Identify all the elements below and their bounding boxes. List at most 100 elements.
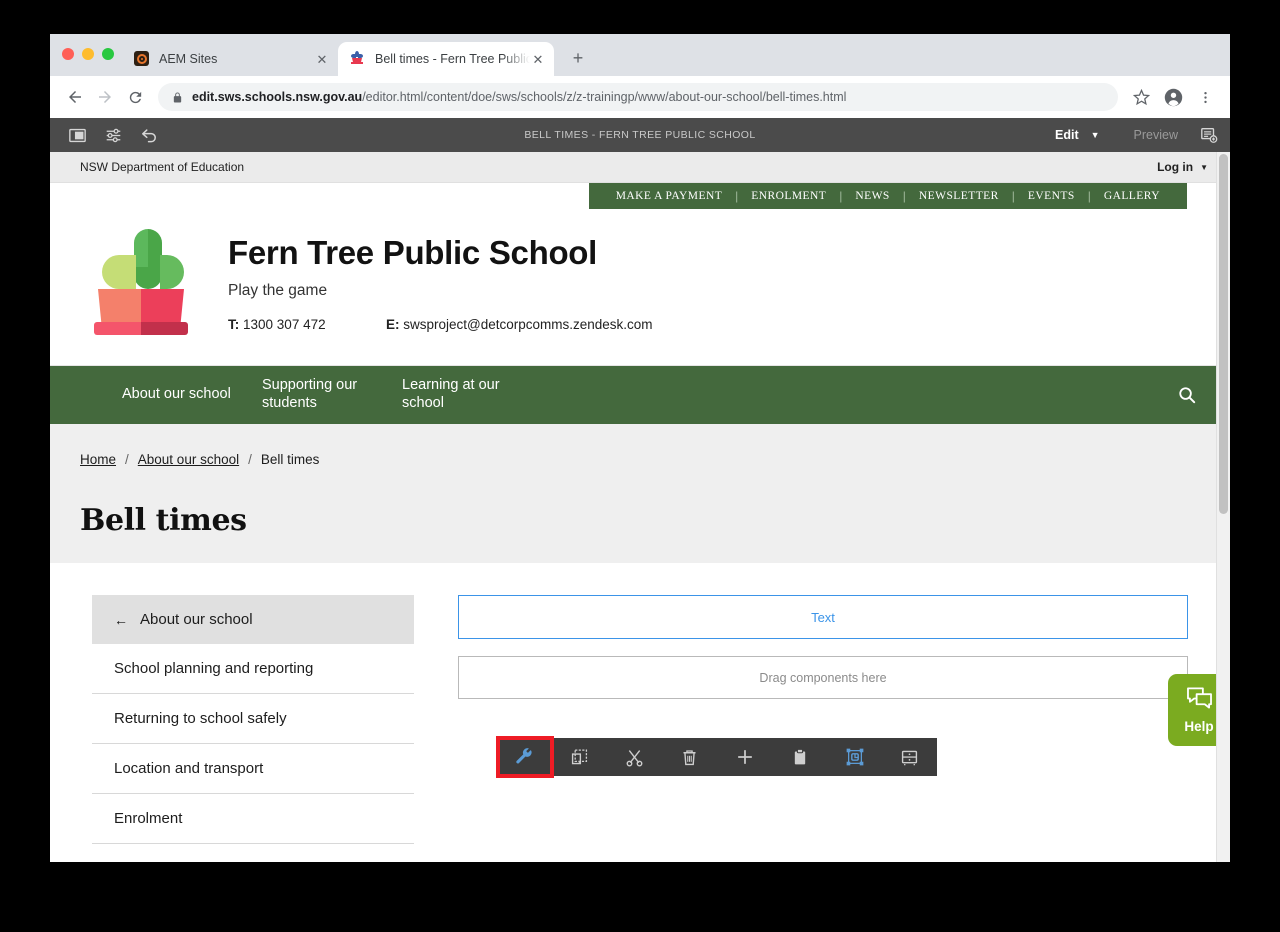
school-name: Fern Tree Public School	[228, 234, 598, 271]
paste-button[interactable]	[772, 738, 827, 776]
school-contact: T: 1300 307 472 E: swsproject@detcorpcom…	[228, 317, 653, 332]
login-menu[interactable]: Log in ▼	[1157, 160, 1208, 174]
main-navigation: About our school Supporting our students…	[50, 366, 1230, 424]
breadcrumb-item-bell-times: Bell times	[260, 452, 320, 467]
omnibox-actions	[1126, 82, 1220, 112]
sidebar-item-school-planning-and-reporting[interactable]: School planning and reporting	[92, 644, 414, 694]
page-viewport: NSW Department of Education Log in ▼ MAK…	[50, 152, 1230, 862]
school-email: E: swsproject@detcorpcomms.zendesk.com	[386, 317, 653, 332]
url-input[interactable]: edit.sws.schools.nsw.gov.au/editor.html/…	[158, 83, 1118, 111]
layout-button[interactable]	[882, 738, 937, 776]
cut-button[interactable]	[607, 738, 662, 776]
school-plant-icon	[350, 51, 366, 67]
main-nav-item-learning-at-our-school[interactable]: Learning at our school	[402, 377, 542, 412]
new-tab-button[interactable]: +	[564, 44, 592, 72]
browser-tab-bell-times[interactable]: Bell times - Fern Tree Public Sc ✕	[338, 42, 554, 76]
aem-editor-bar: BELL TIMES - FERN TREE PUBLIC SCHOOL Edi…	[50, 118, 1230, 152]
phone-value: 1300 307 472	[243, 317, 326, 333]
breadcrumb-item-home[interactable]: Home	[80, 452, 116, 467]
page-title: Bell times	[80, 503, 247, 538]
tab-title: AEM Sites	[159, 52, 218, 66]
page-controls-icon[interactable]	[102, 124, 124, 146]
department-name: NSW Department of Education	[80, 160, 245, 174]
utility-nav-item-events[interactable]: EVENTS	[1015, 190, 1088, 202]
utility-nav: MAKE A PAYMENT | ENROLMENT | NEWS | NEWS…	[588, 183, 1187, 209]
chevron-down-icon: ▼	[1200, 162, 1208, 172]
breadcrumb-band: Home / About our school / Bell times Bel…	[50, 424, 1230, 563]
sidebar-item-label: About our school	[140, 611, 253, 628]
padlock-icon	[172, 91, 183, 104]
school-motto: Play the game	[228, 282, 328, 300]
chevron-down-icon: ▼	[1090, 130, 1100, 140]
browser-window: AEM Sites ✕ Bell times - Fern Tree Publi…	[50, 34, 1230, 862]
configure-button[interactable]	[496, 738, 552, 776]
insert-button[interactable]	[717, 738, 772, 776]
breadcrumb-separator: /	[248, 452, 252, 467]
arrow-left-icon: ←	[114, 611, 128, 628]
utility-nav-item-enrolment[interactable]: ENROLMENT	[738, 190, 839, 202]
page-information-icon[interactable]	[1198, 124, 1220, 146]
minimize-window-button[interactable]	[82, 48, 94, 60]
sidebar-item-about-our-school[interactable]: ← About our school	[92, 595, 414, 644]
back-button[interactable]	[60, 82, 90, 112]
url-host: edit.sws.schools.nsw.gov.au	[192, 90, 363, 104]
search-icon[interactable]	[1174, 382, 1200, 408]
account-avatar-icon[interactable]	[1158, 82, 1188, 112]
main-nav-item-about-our-school[interactable]: About our school	[122, 386, 262, 404]
component-action-toolbar	[496, 738, 937, 776]
utility-nav-item-gallery[interactable]: GALLERY	[1091, 190, 1173, 202]
url-path: /editor.html/content/doe/sws/schools/z/z…	[362, 90, 847, 104]
sidebar-item-returning-to-school-safely[interactable]: Returning to school safely	[92, 694, 414, 744]
close-tab-button[interactable]: ✕	[314, 51, 330, 67]
select-parent-button[interactable]	[827, 738, 882, 776]
content-area: ← About our school School planning and r…	[50, 563, 1230, 853]
aem-right-actions: Edit ▼ Preview	[1047, 124, 1220, 146]
preview-button[interactable]: Preview	[1108, 128, 1198, 142]
school-phone: T: 1300 307 472	[228, 317, 386, 332]
email-label: E:	[386, 317, 400, 333]
copy-button[interactable]	[552, 738, 607, 776]
editable-components-region: Text Drag components here	[458, 595, 1188, 853]
sidebar-item-enrolment[interactable]: Enrolment	[92, 794, 414, 844]
edit-mode-selector[interactable]: Edit ▼	[1047, 128, 1108, 142]
utility-nav-item-make-a-payment[interactable]: MAKE A PAYMENT	[603, 190, 735, 202]
close-window-button[interactable]	[62, 48, 74, 60]
utility-nav-wrapper: MAKE A PAYMENT | ENROLMENT | NEWS | NEWS…	[50, 183, 1230, 209]
close-tab-button[interactable]: ✕	[530, 51, 546, 67]
side-panel-toggle-icon[interactable]	[66, 124, 88, 146]
forward-button[interactable]	[90, 82, 120, 112]
breadcrumb: Home / About our school / Bell times	[80, 452, 1200, 467]
utility-nav-item-news[interactable]: NEWS	[842, 190, 902, 202]
phone-label: T:	[228, 317, 240, 333]
department-bar: NSW Department of Education Log in ▼	[50, 152, 1230, 183]
help-label: Help	[1184, 719, 1214, 734]
page-scrollbar[interactable]	[1216, 152, 1230, 862]
browser-omnibox-bar: edit.sws.schools.nsw.gov.au/editor.html/…	[50, 76, 1230, 118]
main-nav-item-supporting-our-students[interactable]: Supporting our students	[262, 377, 402, 412]
undo-icon[interactable]	[138, 124, 160, 146]
scrollbar-thumb[interactable]	[1219, 154, 1228, 514]
delete-button[interactable]	[662, 738, 717, 776]
chat-bubbles-icon	[1186, 686, 1213, 715]
component-dropzone[interactable]: Drag components here	[458, 656, 1188, 699]
reload-button[interactable]	[120, 82, 150, 112]
email-value[interactable]: swsproject@detcorpcomms.zendesk.com	[403, 317, 652, 332]
side-navigation: ← About our school School planning and r…	[92, 595, 414, 853]
plant-in-pot-logo	[92, 227, 190, 339]
tab-title: Bell times - Fern Tree Public Sc	[375, 52, 530, 66]
school-header: Fern Tree Public School Play the game T:…	[50, 209, 1230, 366]
window-traffic-lights	[62, 48, 114, 60]
text-component[interactable]: Text	[458, 595, 1188, 639]
breadcrumb-item-about-our-school[interactable]: About our school	[138, 452, 239, 467]
login-label: Log in	[1157, 160, 1194, 174]
sidebar-item-location-and-transport[interactable]: Location and transport	[92, 744, 414, 794]
browser-tab-aem-sites[interactable]: AEM Sites ✕	[122, 42, 338, 76]
three-dot-menu-icon[interactable]	[1190, 82, 1220, 112]
edit-mode-label: Edit	[1055, 128, 1079, 142]
aem-logo-icon	[134, 51, 150, 67]
maximize-window-button[interactable]	[102, 48, 114, 60]
utility-nav-item-newsletter[interactable]: NEWSLETTER	[906, 190, 1012, 202]
breadcrumb-separator: /	[125, 452, 129, 467]
star-icon[interactable]	[1126, 82, 1156, 112]
browser-tab-strip: AEM Sites ✕ Bell times - Fern Tree Publi…	[50, 34, 1230, 76]
